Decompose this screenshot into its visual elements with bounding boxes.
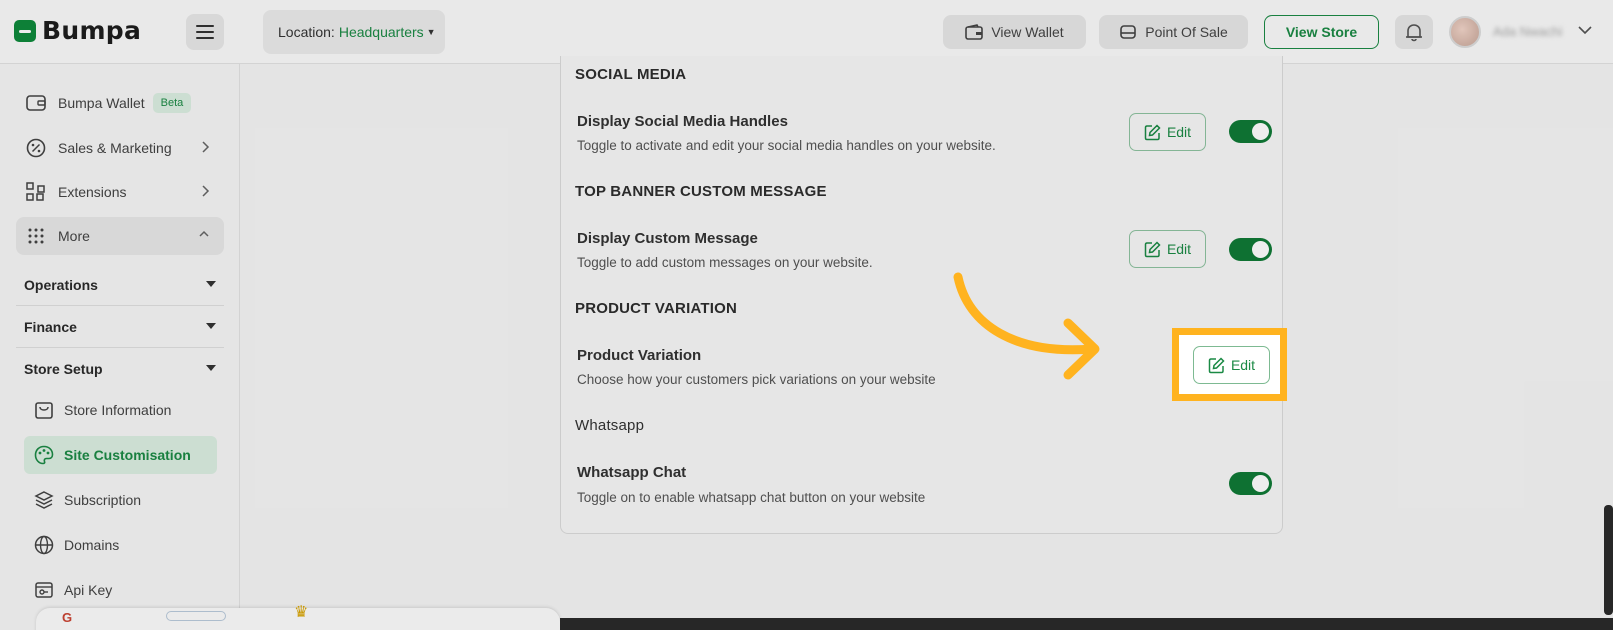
- user-name[interactable]: Ada Nwachi: [1493, 24, 1562, 39]
- edit-label: Edit: [1230, 357, 1256, 373]
- extensions-icon: [24, 180, 48, 204]
- custom-message-toggle[interactable]: [1229, 238, 1272, 261]
- store-icon: [32, 398, 56, 422]
- location-value: Headquarters: [338, 24, 424, 40]
- setting-title: Display Social Media Handles: [577, 113, 788, 130]
- point-of-sale-label: Point Of Sale: [1145, 24, 1228, 40]
- location-label: Location:: [278, 24, 335, 40]
- edit-label: Edit: [1166, 124, 1192, 140]
- layers-icon: [32, 488, 56, 512]
- view-store-label: View Store: [1285, 24, 1358, 40]
- sidebar-item-label: Subscription: [64, 492, 142, 508]
- chevron-up-icon: [199, 230, 209, 237]
- chevron-down-icon[interactable]: [1577, 22, 1593, 38]
- chevron-right-icon: [202, 141, 210, 153]
- setting-title: Whatsapp Chat: [577, 464, 687, 481]
- setting-description: Toggle on to enable whatsapp chat button…: [577, 490, 926, 505]
- wallet-icon: [965, 24, 984, 40]
- sidebar-item-label: Sales & Marketing: [58, 140, 172, 156]
- section-title-product-variation: PRODUCT VARIATION: [575, 300, 738, 317]
- sidebar-item-more[interactable]: More: [16, 217, 224, 255]
- bottom-toolbar: G ♛: [36, 604, 560, 630]
- edit-social-media-button[interactable]: Edit: [1129, 113, 1206, 151]
- view-store-button[interactable]: View Store: [1264, 15, 1379, 49]
- whatsapp-chat-toggle[interactable]: [1229, 472, 1272, 495]
- section-title-whatsapp: Whatsapp: [575, 417, 645, 434]
- crown-icon: ♛: [294, 604, 309, 621]
- edit-label: Edit: [1166, 241, 1192, 257]
- sidebar-item-label: Store Information: [64, 402, 172, 418]
- view-wallet-button[interactable]: View Wallet: [943, 15, 1086, 49]
- caret-down-icon: ▼: [426, 27, 436, 37]
- setting-description: Toggle to add custom messages on your we…: [577, 255, 873, 270]
- social-media-toggle[interactable]: [1229, 120, 1272, 143]
- brand-name: Bumpa: [42, 16, 142, 45]
- sidebar-item-label: Site Customisation: [64, 447, 191, 463]
- view-wallet-label: View Wallet: [991, 24, 1064, 40]
- pointer-arrow-icon: [953, 272, 1100, 380]
- user-avatar[interactable]: [1449, 16, 1481, 48]
- edit-icon: [1208, 356, 1225, 373]
- chevron-right-icon: [202, 185, 210, 197]
- scrollbar-thumb[interactable]: [1604, 505, 1613, 615]
- sidebar-item-site-customisation[interactable]: Site Customisation: [24, 436, 217, 474]
- setting-title: Product Variation: [577, 347, 702, 364]
- edit-custom-message-button[interactable]: Edit: [1129, 230, 1206, 268]
- section-label: Operations: [24, 276, 98, 293]
- sidebar-item-label: Extensions: [58, 184, 127, 200]
- grid-icon: [24, 224, 48, 248]
- edit-icon: [1144, 123, 1161, 140]
- sidebar-section-finance[interactable]: Finance: [16, 306, 224, 348]
- api-key-icon: [32, 578, 56, 602]
- section-label: Finance: [24, 318, 77, 335]
- sidebar-item-sales-marketing[interactable]: Sales & Marketing: [16, 129, 224, 167]
- sidebar-section-store-setup[interactable]: Store Setup: [16, 348, 224, 390]
- bumpa-logo-icon: [14, 19, 36, 42]
- bumpa-logo[interactable]: Bumpa: [14, 16, 141, 45]
- caret-down-icon: [206, 323, 216, 329]
- setting-description: Toggle to activate and edit your social …: [577, 138, 996, 153]
- sidebar-item-label: Domains: [64, 537, 120, 553]
- globe-icon: [32, 533, 56, 557]
- caret-down-icon: [206, 365, 216, 371]
- location-selector[interactable]: Location: Headquarters ▼: [263, 10, 445, 54]
- sidebar: Bumpa Wallet Beta Sales & Marketing Exte…: [0, 64, 240, 630]
- section-title-social-media: SOCIAL MEDIA: [575, 66, 687, 83]
- sidebar-item-domains[interactable]: Domains: [24, 526, 217, 564]
- sidebar-item-label: Bumpa Wallet: [58, 95, 145, 111]
- palette-icon: [32, 443, 56, 467]
- point-of-sale-button[interactable]: Point Of Sale: [1099, 15, 1248, 49]
- sidebar-item-api-key[interactable]: Api Key: [24, 571, 217, 609]
- g-logo-icon: G: [62, 610, 73, 625]
- sidebar-item-bumpa-wallet[interactable]: Bumpa Wallet Beta: [16, 84, 224, 122]
- sidebar-section-operations[interactable]: Operations: [16, 264, 224, 306]
- notifications-button[interactable]: [1395, 15, 1433, 49]
- setting-description: Choose how your customers pick variation…: [577, 372, 936, 387]
- sidebar-item-label: Api Key: [64, 582, 113, 598]
- sidebar-item-subscription[interactable]: Subscription: [24, 481, 217, 519]
- section-label: Store Setup: [24, 361, 103, 377]
- menu-icon: [196, 25, 214, 27]
- section-title-top-banner: TOP BANNER CUSTOM MESSAGE: [575, 183, 827, 200]
- bottom-dark-bar: [560, 618, 1613, 630]
- bell-icon: [1406, 24, 1422, 42]
- percent-icon: [24, 136, 48, 160]
- edit-icon: [1144, 240, 1161, 257]
- top-bar: Bumpa Location: Headquarters ▼ View Wall…: [0, 0, 1613, 64]
- menu-toggle-button[interactable]: [186, 14, 224, 50]
- caret-down-icon: [206, 281, 216, 287]
- wallet-icon: [24, 91, 48, 115]
- toolbar-pill: [166, 611, 226, 621]
- sidebar-item-store-information[interactable]: Store Information: [24, 391, 217, 429]
- beta-badge: Beta: [152, 93, 192, 113]
- sidebar-item-extensions[interactable]: Extensions: [16, 173, 224, 211]
- edit-product-variation-button[interactable]: Edit: [1193, 346, 1270, 384]
- setting-title: Display Custom Message: [577, 230, 758, 247]
- sidebar-item-label: More: [58, 228, 90, 244]
- pos-icon: [1120, 25, 1137, 39]
- app-root: Bumpa Location: Headquarters ▼ View Wall…: [0, 0, 1613, 630]
